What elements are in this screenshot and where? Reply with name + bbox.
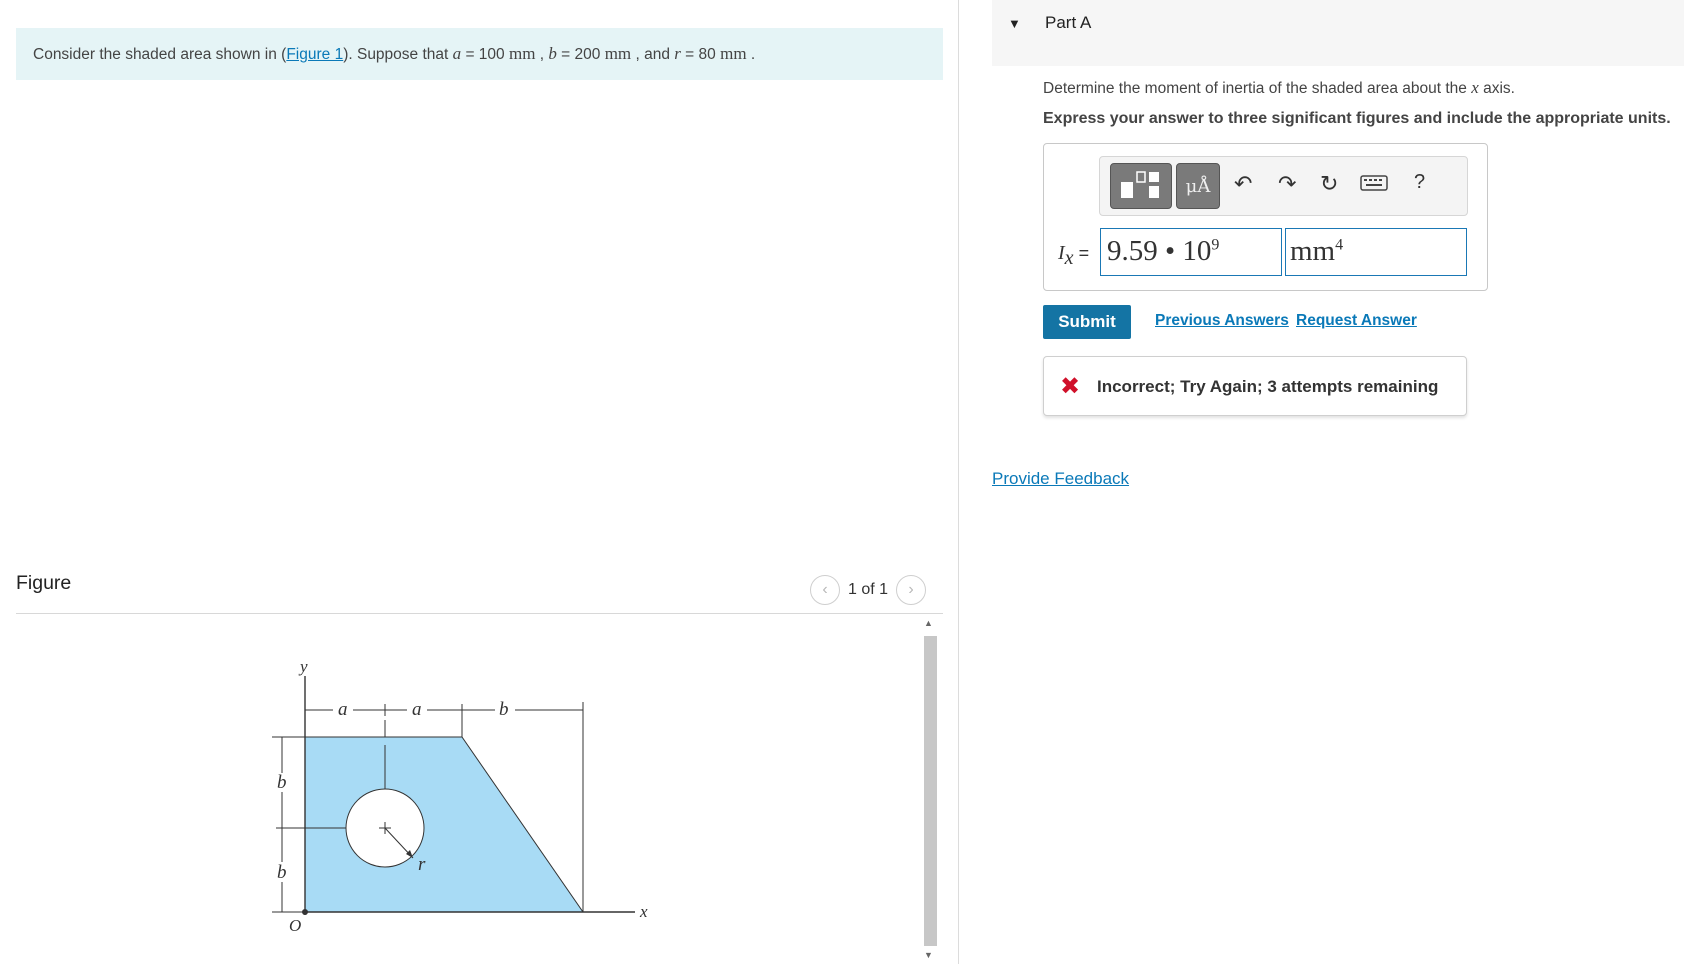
label-r: r [418,854,426,875]
request-answer-link[interactable]: Request Answer [1296,312,1417,330]
value-a: = 100 [461,46,509,63]
label-x: x [639,902,648,921]
chevron-right-icon[interactable]: › [896,575,927,605]
previous-answers-link[interactable]: Previous Answers [1155,312,1289,330]
keyboard-icon[interactable] [1360,173,1388,199]
label-subscript: x [1064,246,1074,269]
feedback-text: Incorrect; Try Again; 3 attempts remaini… [1097,377,1439,396]
math-toolbar: μÅ ↶ ↷ ↻ ? [1099,156,1468,216]
figure-heading: Figure [16,572,72,594]
problem-text: Consider the shaded area shown in ( [33,46,287,63]
label-b-left2: b [277,862,287,883]
figure-diagram: y x O a a b b b r [272,657,648,935]
label-a1: a [338,699,348,720]
value-r: = 80 [680,46,721,63]
left-pane: Consider the shaded area shown in (Figur… [0,0,958,964]
value-input[interactable]: 9.59 • 109 [1100,228,1282,276]
unit-r: mm [720,44,747,63]
axis-symbol: x [1471,78,1479,97]
question-text-part: axis. [1478,80,1515,97]
templates-glyph [1121,171,1159,198]
separator: , and [631,46,675,63]
help-button[interactable]: ? [1414,171,1425,194]
answer-box: μÅ ↶ ↷ ↻ ? Ix = 9.59 • 109 mm4 [1043,143,1488,291]
templates-icon[interactable] [1110,163,1172,209]
scroll-down-icon[interactable]: ▼ [924,950,933,960]
figure-pager: ‹ 1 of 1 › [810,574,927,606]
feedback-message: ✖ Incorrect; Try Again; 3 attempts remai… [1043,356,1467,416]
label-equals: = [1073,243,1090,263]
pane-divider [958,0,959,964]
unit-exponent: 4 [1335,236,1344,254]
label-a2: a [412,699,422,720]
value-exponent: 9 [1211,236,1220,254]
figure-divider [16,613,943,614]
submit-button[interactable]: Submit [1043,305,1131,339]
part-header[interactable]: ▼ Part A [992,0,1684,66]
label-b-top: b [499,699,509,720]
chevron-left-icon[interactable]: ‹ [810,575,840,605]
unit-b: mm [604,44,632,63]
reset-icon[interactable]: ↻ [1320,171,1338,197]
part-title: Part A [1045,13,1092,32]
scroll-up-icon[interactable]: ▲ [924,618,933,628]
problem-end: . [746,46,756,63]
scrollbar-thumb[interactable] [924,636,937,946]
var-r: r [674,44,681,63]
undo-icon[interactable]: ↶ [1234,171,1252,197]
answer-instructions: Express your answer to three significant… [1043,110,1671,127]
question-text-part: Determine the moment of inertia of the s… [1043,80,1472,97]
label-origin: O [289,916,301,935]
units-button[interactable]: μÅ [1176,163,1220,209]
separator: , [535,46,549,63]
problem-statement: Consider the shaded area shown in (Figur… [16,28,943,80]
var-b: b [548,44,557,63]
unit-a: mm [508,44,536,63]
caret-down-icon[interactable]: ▼ [1008,16,1021,31]
problem-text: ). Suppose that [343,46,453,63]
pager-count: 1 of 1 [848,581,889,598]
answer-label: Ix = [1058,242,1089,270]
question-text: Determine the moment of inertia of the s… [1043,78,1515,98]
unit-input[interactable]: mm4 [1285,228,1467,276]
unit-base: mm [1290,235,1336,267]
label-y: y [298,657,308,676]
figure-link[interactable]: Figure 1 [286,46,343,63]
label-b-left1: b [277,772,287,793]
value-mantissa: 9.59 • 10 [1107,235,1212,267]
x-icon: ✖ [1060,373,1081,400]
label-symbol: I [1058,242,1065,264]
var-a: a [452,44,462,63]
value-b: = 200 [556,46,605,63]
redo-icon[interactable]: ↷ [1278,171,1296,197]
provide-feedback-link[interactable]: Provide Feedback [992,469,1129,489]
keyboard-glyph [1360,175,1388,191]
